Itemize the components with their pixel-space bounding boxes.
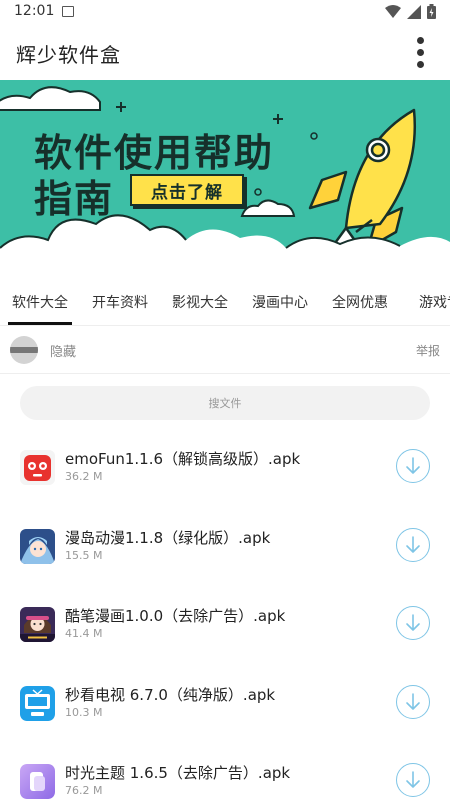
file-size: 15.5 M	[65, 548, 103, 562]
tab-driving-resources[interactable]: 开车资料	[80, 286, 160, 325]
download-arrow-icon	[406, 692, 420, 710]
file-name: 秒看电视 6.7.0（纯净版）.apk	[65, 685, 276, 704]
signal-icon	[407, 4, 421, 19]
banner-title-line2: 指南	[34, 177, 115, 221]
tab-games[interactable]: 游戏专	[400, 286, 450, 325]
tab-comics[interactable]: 漫画中心	[240, 286, 320, 325]
download-arrow-icon	[406, 535, 420, 553]
download-button[interactable]	[396, 606, 430, 640]
more-options-icon[interactable]	[410, 34, 430, 70]
file-size: 36.2 M	[65, 470, 103, 483]
search-input[interactable]	[20, 386, 430, 420]
category-tabs: 软件大全 开车资料 影视大全 漫画中心 全网优惠 游戏专	[0, 286, 450, 326]
file-list: emoFun1.1.6（解锁高级版）.apk 36.2 M 漫岛动漫1.1.8（…	[0, 430, 450, 800]
mandao-app-icon	[20, 528, 55, 564]
file-size: 10.3 M	[65, 705, 103, 719]
shiguang-theme-app-icon	[20, 764, 55, 799]
file-name: emoFun1.1.6（解锁高级版）.apk	[65, 450, 301, 468]
list-item[interactable]: emoFun1.1.6（解锁高级版）.apk 36.2 M	[0, 430, 450, 509]
hidden-avatar[interactable]	[10, 336, 38, 364]
download-button[interactable]	[396, 527, 430, 562]
image-notification-icon	[62, 6, 74, 17]
file-size: 76.2 M	[65, 784, 103, 797]
download-button[interactable]	[396, 449, 430, 483]
tab-deals[interactable]: 全网优惠	[320, 286, 400, 325]
help-guide-banner[interactable]: 软件使用帮助 指南 点击了解	[0, 80, 450, 290]
download-arrow-icon	[406, 614, 420, 631]
download-button[interactable]	[396, 684, 430, 719]
list-item[interactable]: 酷笔漫画1.0.0（去除广告）.apk 41.4 M	[0, 587, 450, 666]
emofun-app-icon	[20, 450, 55, 485]
status-time: 12:01	[14, 3, 55, 19]
learn-more-button[interactable]: 点击了解	[130, 174, 244, 206]
download-button[interactable]	[396, 763, 430, 797]
app-title: 辉少软件盒	[16, 43, 121, 67]
file-name: 酷笔漫画1.0.0（去除广告）.apk	[65, 607, 286, 625]
report-button[interactable]: 举报	[416, 342, 440, 359]
file-size: 41.4 M	[65, 627, 103, 640]
battery-icon	[427, 4, 436, 19]
list-item[interactable]: 秒看电视 6.7.0（纯净版）.apk 10.3 M	[0, 666, 450, 745]
list-item[interactable]: 时光主题 1.6.5（去除广告）.apk 76.2 M	[0, 744, 450, 800]
file-name: 时光主题 1.6.5（去除广告）.apk	[65, 764, 291, 782]
hide-label[interactable]: 隐藏	[50, 341, 76, 360]
list-item[interactable]: 漫岛动漫1.1.8（绿化版）.apk 15.5 M	[0, 509, 450, 588]
status-bar: 12:01	[0, 0, 450, 24]
download-arrow-icon	[406, 771, 420, 788]
miaokan-tv-app-icon	[20, 685, 55, 721]
status-icons	[385, 4, 436, 19]
download-arrow-icon	[406, 457, 420, 474]
wifi-icon	[385, 4, 401, 18]
tab-software[interactable]: 软件大全	[0, 286, 80, 325]
hide-row: 隐藏 举报	[0, 326, 450, 374]
tab-movies[interactable]: 影视大全	[160, 286, 240, 325]
file-name: 漫岛动漫1.1.8（绿化版）.apk	[65, 528, 271, 547]
kubi-manhua-app-icon	[20, 607, 55, 642]
app-bar: 辉少软件盒	[0, 24, 450, 80]
